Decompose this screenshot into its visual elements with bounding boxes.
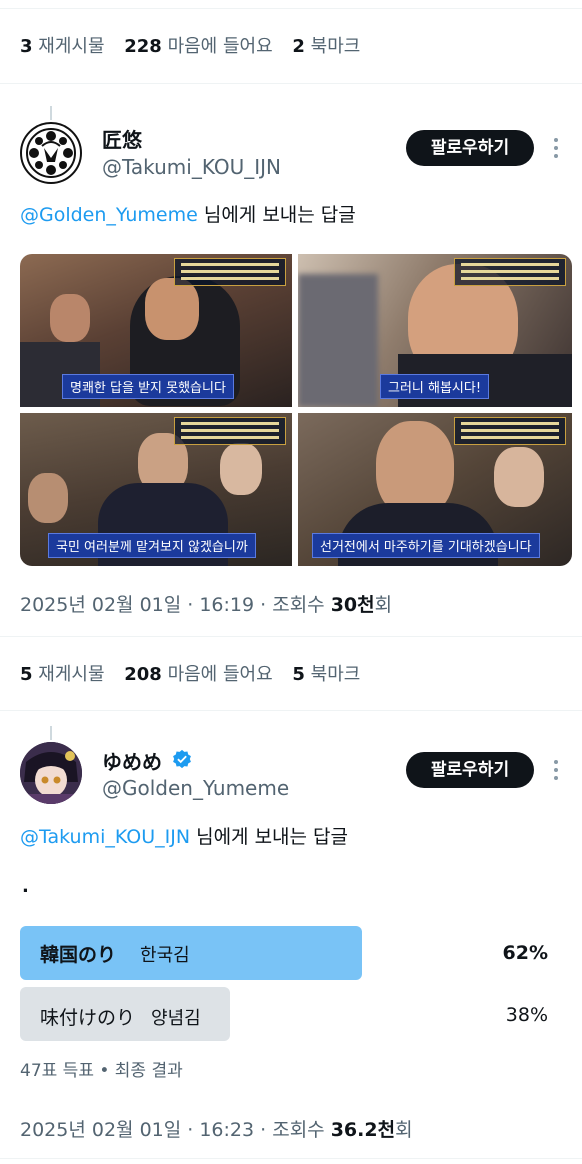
replying-to: @Golden_Yumeme 님에게 보내는 답글 [20,204,356,226]
news-banner [174,417,286,445]
media-grid[interactable]: 명쾌한 답을 받지 못했습니다 그러니 해봅시다! 국민 여러분께 맡겨보지 않… [20,254,572,566]
engagement-stats: 5 재게시물 208 마음에 들어요 5 북마크 [20,660,374,686]
verified-badge-icon [173,749,191,769]
mention-link[interactable]: @Golden_Yumeme [20,204,198,226]
news-banner [454,417,566,445]
media-image[interactable]: 명쾌한 답을 받지 못했습니다 [20,254,292,407]
poll-option-percent: 38% [505,1004,548,1026]
post-metadata: 2025년 02월 01일 · 16:19 · 조회수 30천회 [20,594,393,616]
poll-option-label: 味付けのり 양념김 [40,1007,201,1029]
post-metadata: 2025년 02월 01일 · 16:23 · 조회수 36.2천회 [20,1119,413,1141]
media-image[interactable]: 선거전에서 마주하기를 기대하겠습니다 [298,413,572,566]
bookmarks-stat[interactable]: 2 북마크 [292,36,360,57]
media-image[interactable]: 그러니 해봅시다! [298,254,572,407]
avatar[interactable] [20,742,82,804]
user-handle[interactable]: @Takumi_KOU_IJN [102,155,281,179]
follow-button[interactable]: 팔로우하기 [406,130,534,166]
display-name[interactable]: 匠悠 [102,124,142,153]
news-banner [174,258,286,286]
poll-option-percent: 62% [502,942,548,964]
subtitle-caption: 선거전에서 마주하기를 기대하겠습니다 [312,533,540,558]
media-image[interactable]: 국민 여러분께 맡겨보지 않겠습니까 [20,413,292,566]
view-count[interactable]: 36.2천 [331,1119,395,1141]
crest-icon [23,125,79,181]
divider [0,636,582,637]
user-handle[interactable]: @Golden_Yumeme [102,776,289,800]
divider [0,1158,582,1159]
reposts-stat[interactable]: 3 재게시물 [20,36,105,57]
more-options-icon[interactable] [551,136,561,160]
anime-avatar-icon [20,742,82,804]
bookmarks-stat[interactable]: 5 북마크 [292,664,360,685]
display-name[interactable]: ゆめめ [102,746,162,775]
mention-link[interactable]: @Takumi_KOU_IJN [20,826,190,848]
likes-stat[interactable]: 228 마음에 들어요 [124,36,272,57]
likes-stat[interactable]: 208 마음에 들어요 [124,664,272,685]
divider [0,8,582,9]
poll-results-summary: 47표 득표 • 최종 결과 [20,1061,183,1081]
subtitle-caption: 국민 여러분께 맡겨보지 않겠습니까 [48,533,256,558]
subtitle-caption: 명쾌한 답을 받지 못했습니다 [62,374,234,399]
subtitle-caption: 그러니 해봅시다! [380,374,490,399]
thread-line [50,106,52,120]
news-banner [454,258,566,286]
poll-option-label: 韓国のり 한국김 [40,944,190,966]
engagement-stats: 3 재게시물 228 마음에 들어요 2 북마크 [20,32,374,58]
reposts-stat[interactable]: 5 재게시물 [20,664,105,685]
follow-button[interactable]: 팔로우하기 [406,752,534,788]
divider [0,710,582,711]
view-count[interactable]: 30천 [331,594,375,616]
replying-to: @Takumi_KOU_IJN 님에게 보내는 답글 [20,826,349,848]
tweet-text: . [22,876,29,897]
avatar[interactable] [20,122,82,184]
thread-line [50,726,52,740]
more-options-icon[interactable] [551,758,561,782]
divider [0,83,582,84]
